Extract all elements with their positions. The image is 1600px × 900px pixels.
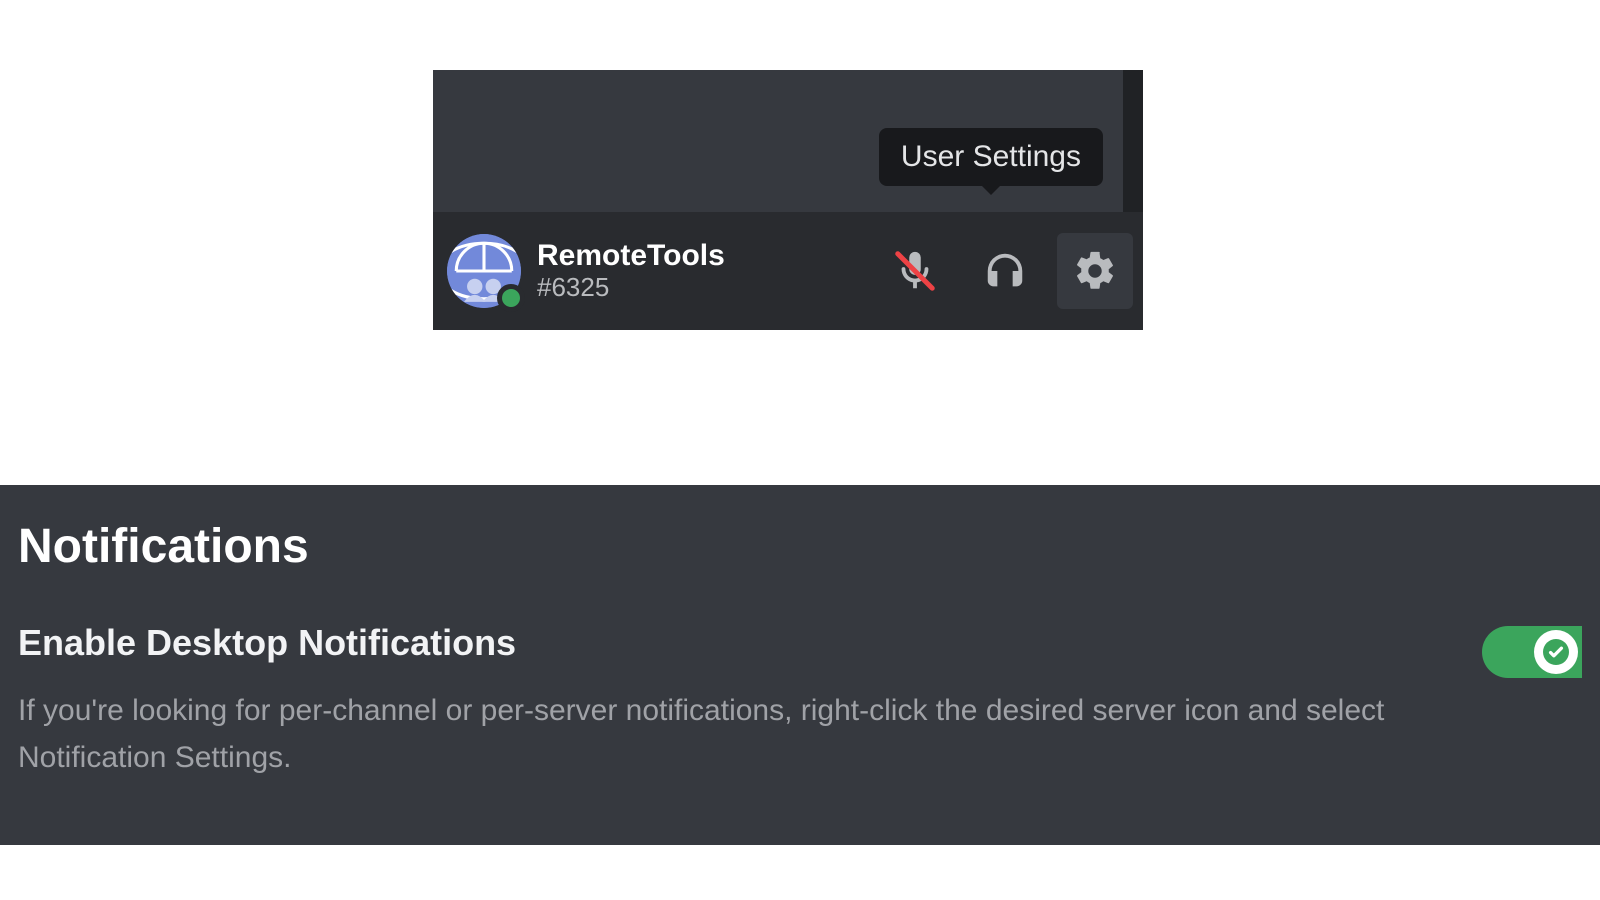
toggle-knob (1534, 630, 1578, 674)
setting-title: Enable Desktop Notifications (18, 622, 1452, 664)
settings-heading: Notifications (18, 519, 1582, 574)
microphone-muted-icon (892, 248, 938, 294)
desktop-notifications-toggle[interactable] (1482, 626, 1582, 678)
user-info[interactable]: RemoteTools #6325 (537, 239, 869, 303)
status-online-icon (497, 284, 525, 312)
enable-desktop-notifications-row: Enable Desktop Notifications If you're l… (18, 622, 1582, 781)
headphones-icon (982, 248, 1028, 294)
settings-button[interactable] (1057, 233, 1133, 309)
setting-text: Enable Desktop Notifications If you're l… (18, 622, 1452, 781)
gear-icon (1072, 248, 1118, 294)
user-panel-crop: User Settings Rem (433, 70, 1143, 330)
deafen-button[interactable] (967, 233, 1043, 309)
mute-button[interactable] (877, 233, 953, 309)
notifications-settings-panel: Notifications Enable Desktop Notificatio… (0, 485, 1600, 845)
user-discriminator: #6325 (537, 272, 869, 303)
username: RemoteTools (537, 239, 869, 272)
user-panel: RemoteTools #6325 (433, 212, 1143, 330)
tooltip-label: User Settings (901, 140, 1081, 173)
avatar[interactable] (447, 234, 521, 308)
check-icon (1543, 639, 1569, 665)
control-icons (877, 233, 1133, 309)
channel-area: User Settings (433, 70, 1143, 212)
setting-description: If you're looking for per-channel or per… (18, 688, 1452, 781)
user-settings-tooltip: User Settings (879, 128, 1103, 186)
